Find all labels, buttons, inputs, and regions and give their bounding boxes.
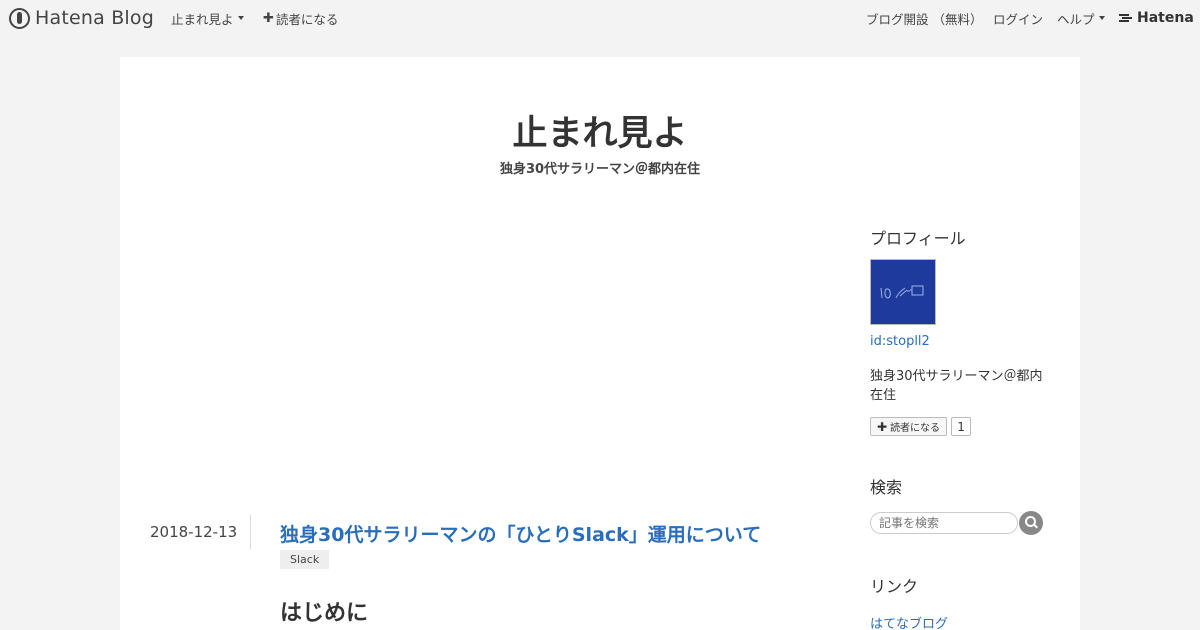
entry-divider <box>250 515 251 549</box>
subscriber-count: 1 <box>951 417 972 436</box>
plus-icon: ✚ <box>263 10 274 26</box>
login-label: ログイン <box>993 11 1044 27</box>
profile-module-title: プロフィール <box>870 229 966 248</box>
global-header: Hatena Blog 止まれ見よ ✚ 読者になる ブログ開設 （無料） ログイ… <box>0 0 1200 36</box>
open-blog-label: ブログ開設 （無料） <box>866 11 983 27</box>
sidebar: プロフィール id:stopll2 独身30代サラリーマン＠都内在住 ✚ 読者に… <box>870 225 1050 630</box>
subscribe-link[interactable]: ✚ 読者になる <box>263 0 338 36</box>
sidebar-link-hatena-blog[interactable]: はてなブログ <box>870 613 1050 630</box>
link-module-title: リンク <box>870 577 919 596</box>
blog-menu-label: 止まれ見よ <box>171 11 234 27</box>
open-blog-link[interactable]: ブログ開設 （無料） <box>866 0 982 36</box>
hatena-blog-logo[interactable]: Hatena Blog <box>9 6 154 30</box>
avatar[interactable] <box>870 259 936 325</box>
hatena-brand-label: Hatena <box>1137 10 1194 26</box>
chevron-down-icon <box>237 16 244 20</box>
avatar-handwriting-image <box>871 260 935 324</box>
blog-title[interactable]: 止まれ見よ <box>120 105 1080 156</box>
chevron-down-icon <box>1098 16 1105 20</box>
search-form <box>870 511 1050 535</box>
entry-title-link[interactable]: 独身30代サラリーマンの「ひとりSlack」運用について <box>280 520 761 547</box>
sidebar-subscribe-label: 読者になる <box>890 423 941 434</box>
plus-icon: ✚ <box>877 419 888 434</box>
profile-id-link[interactable]: id:stopll2 <box>870 334 1050 349</box>
help-label: ヘルプ <box>1057 11 1095 27</box>
hatena-brand-link[interactable]: Hatena <box>1119 0 1194 36</box>
search-input[interactable] <box>870 512 1018 534</box>
search-module-title: 検索 <box>870 478 903 497</box>
entry-category-tag[interactable]: Slack <box>280 550 330 569</box>
login-link[interactable]: ログイン <box>993 0 1043 36</box>
entry-section-heading: はじめに <box>280 601 369 626</box>
hatena-blog-logo-icon <box>9 7 30 29</box>
logo-text: Hatena Blog <box>35 7 154 29</box>
subscribe-row: ✚ 読者になる 1 <box>870 417 1050 436</box>
sidebar-subscribe-button[interactable]: ✚ 読者になる <box>870 417 948 436</box>
search-button[interactable] <box>1019 511 1043 535</box>
blog-menu-dropdown[interactable]: 止まれ見よ <box>171 0 244 36</box>
hatena-icon <box>1119 13 1133 23</box>
help-dropdown[interactable]: ヘルプ <box>1057 0 1105 36</box>
blog-description: 独身30代サラリーマン＠都内在住 <box>499 162 701 177</box>
subscribe-label: 読者になる <box>275 11 339 27</box>
entry-date[interactable]: 2018-12-13 <box>150 523 237 541</box>
blog-container: 止まれ見よ 独身30代サラリーマン＠都内在住 プロフィール id:stopll2… <box>120 57 1080 630</box>
profile-description: 独身30代サラリーマン＠都内在住 <box>870 369 1043 403</box>
